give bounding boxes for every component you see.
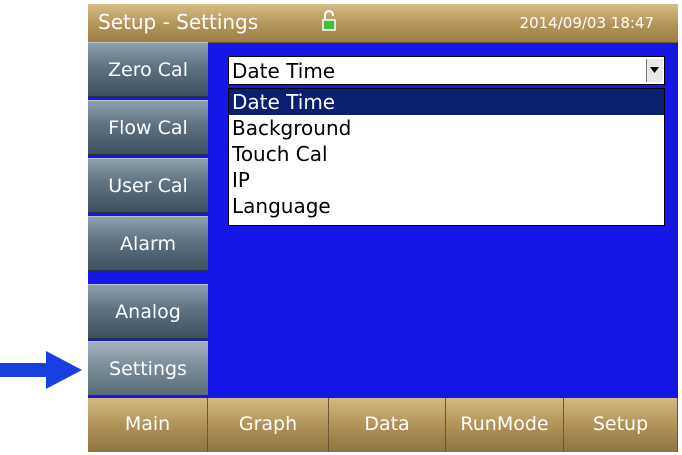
bottom-tab-bar: Main Graph Data RunMode Setup <box>88 398 678 452</box>
datetime-display: 2014/09/03 18:47 <box>519 14 654 32</box>
dropdown-options-list: Date Time Background Touch Cal IP Langua… <box>228 88 665 226</box>
sidebar-item-user-cal[interactable]: User Cal <box>88 158 208 213</box>
title-bar: Setup - Settings 2014/09/03 18:47 <box>88 4 678 43</box>
tab-data[interactable]: Data <box>329 398 446 452</box>
chevron-down-icon <box>650 67 659 73</box>
device-screen: Setup - Settings 2014/09/03 18:47 Zero C… <box>88 4 678 452</box>
sidebar-item-settings[interactable]: Settings <box>88 341 208 396</box>
dropdown-option-date-time[interactable]: Date Time <box>229 89 664 115</box>
sidebar-item-analog[interactable]: Analog <box>88 284 208 339</box>
pointer-arrow-icon <box>0 350 84 390</box>
settings-dropdown[interactable]: Date Time <box>228 56 665 85</box>
dropdown-toggle-button[interactable] <box>646 59 663 82</box>
sidebar-item-flow-cal[interactable]: Flow Cal <box>88 100 208 155</box>
page-title: Setup - Settings <box>98 10 259 34</box>
dropdown-option-ip[interactable]: IP <box>229 167 664 193</box>
unlocked-padlock-icon[interactable] <box>322 10 336 32</box>
dropdown-option-touch-cal[interactable]: Touch Cal <box>229 141 664 167</box>
dropdown-option-language[interactable]: Language <box>229 193 664 219</box>
tab-setup[interactable]: Setup <box>564 398 678 452</box>
dropdown-option-background[interactable]: Background <box>229 115 664 141</box>
tab-main[interactable]: Main <box>88 398 208 452</box>
sidebar-item-zero-cal[interactable]: Zero Cal <box>88 42 208 97</box>
dropdown-selected-value: Date Time <box>232 59 336 83</box>
tab-graph[interactable]: Graph <box>208 398 329 452</box>
sidebar-item-alarm[interactable]: Alarm <box>88 216 208 271</box>
tab-runmode[interactable]: RunMode <box>446 398 564 452</box>
